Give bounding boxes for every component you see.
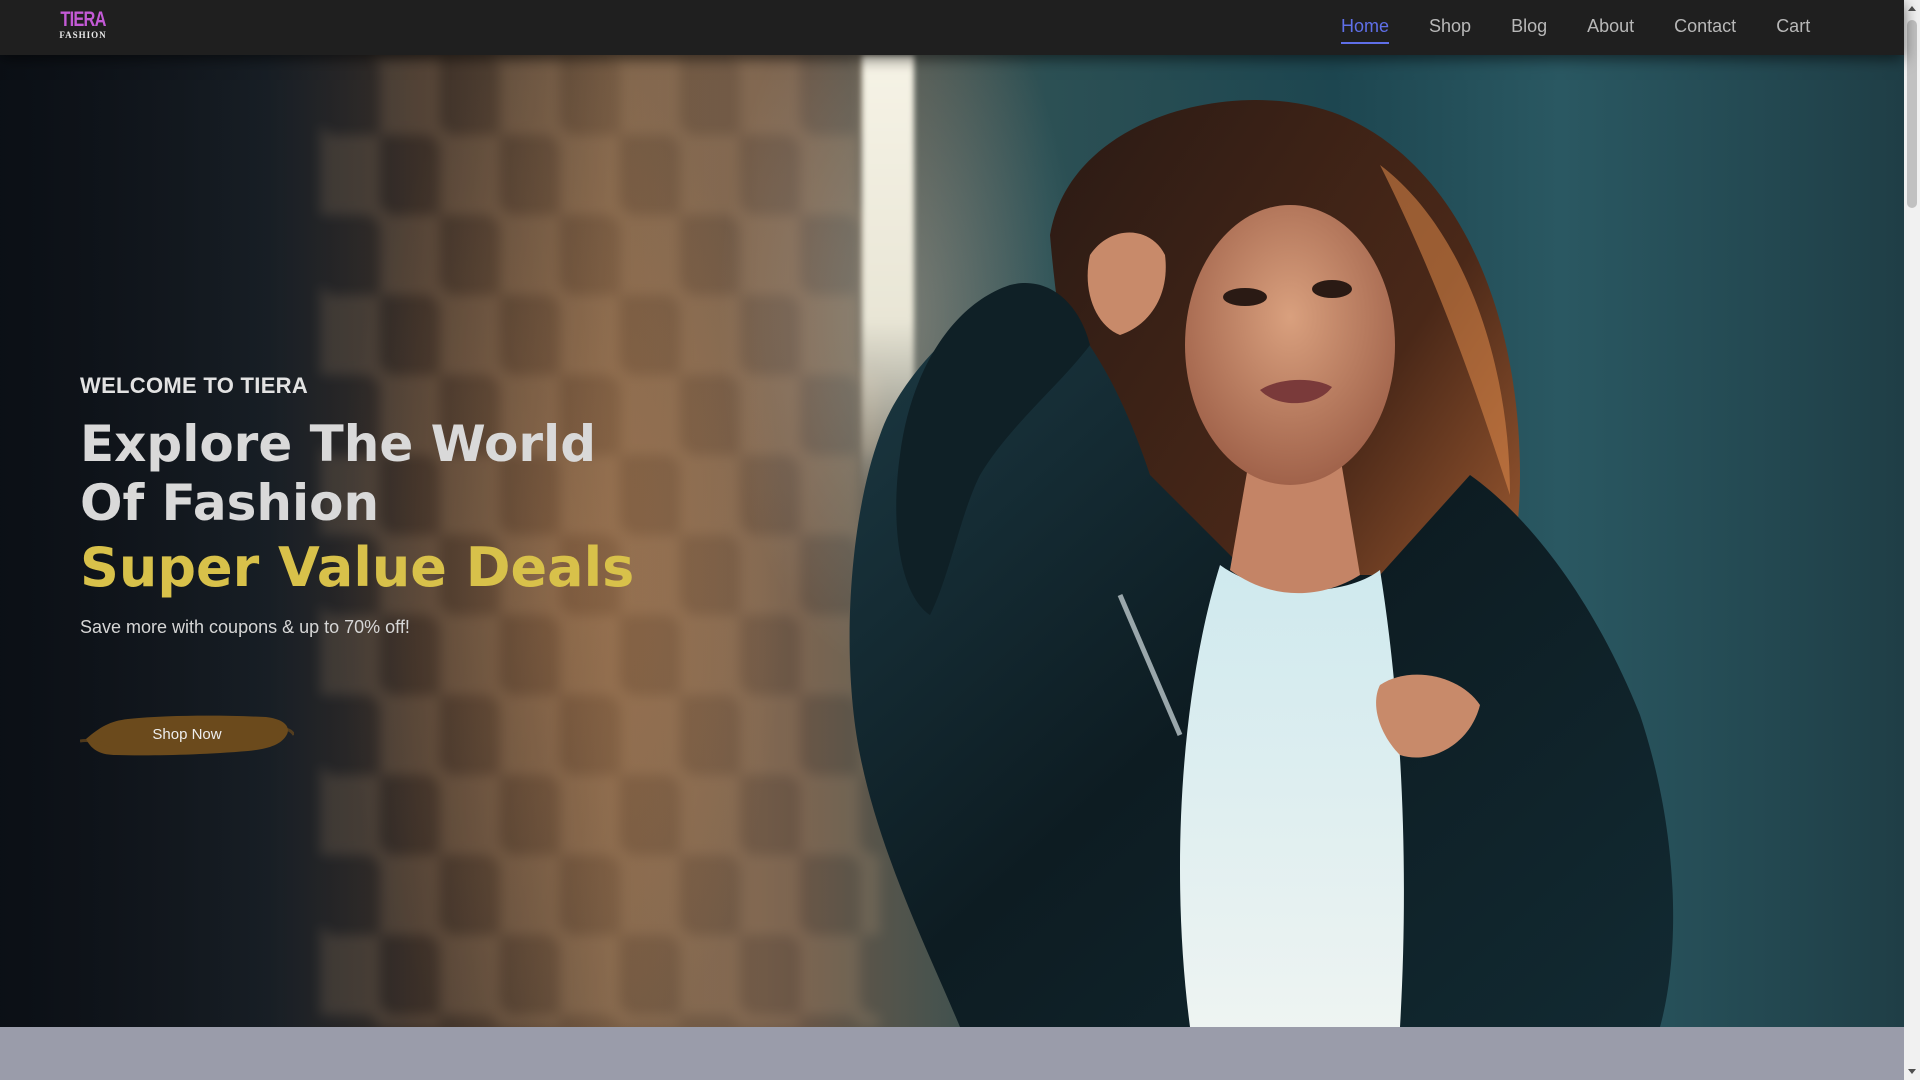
hero-headline-line2: Of Fashion bbox=[80, 474, 380, 532]
scroll-up-icon[interactable] bbox=[1908, 6, 1916, 11]
hero-banner: WELCOME TO TIERA Explore The World Of Fa… bbox=[0, 55, 1904, 1027]
scroll-thumb[interactable] bbox=[1907, 20, 1917, 208]
right-eye-shape bbox=[1312, 280, 1352, 298]
shop-now-label: Shop Now bbox=[152, 725, 222, 743]
brand-logo[interactable]: TIERA FASHION bbox=[50, 9, 116, 43]
sweater-shape bbox=[1180, 565, 1404, 1027]
shop-now-button[interactable]: Shop Now bbox=[80, 709, 294, 759]
nav-link-home[interactable]: Home bbox=[1341, 14, 1390, 44]
nav-link-cart[interactable]: Cart bbox=[1776, 14, 1810, 38]
nav-link-shop[interactable]: Shop bbox=[1429, 14, 1471, 38]
logo-wordmark: TIERA bbox=[60, 8, 106, 31]
nav-link-blog[interactable]: Blog bbox=[1511, 14, 1547, 38]
top-navbar: TIERA FASHION Home Shop Blog About Conta… bbox=[0, 0, 1904, 55]
hero-content: WELCOME TO TIERA Explore The World Of Fa… bbox=[80, 373, 640, 756]
main-nav: Home Shop Blog About Contact Cart bbox=[1341, 14, 1850, 44]
nav-link-contact[interactable]: Contact bbox=[1674, 14, 1736, 38]
left-eye-shape bbox=[1223, 288, 1267, 306]
hero-headline-line1: Explore The World bbox=[80, 415, 596, 473]
scroll-down-icon[interactable] bbox=[1908, 1069, 1916, 1074]
hero-model-image bbox=[849, 100, 1674, 1027]
hero-accent-headline: Super Value Deals bbox=[80, 536, 635, 599]
nav-link-about[interactable]: About bbox=[1587, 14, 1634, 38]
hero-subtext: Save more with coupons & up to 70% off! bbox=[80, 617, 410, 637]
hero-welcome-text: WELCOME TO TIERA bbox=[80, 373, 309, 398]
logo-tagline: FASHION bbox=[59, 30, 107, 40]
face-shape bbox=[1185, 205, 1395, 485]
page-scrollbar[interactable] bbox=[1904, 0, 1920, 1080]
